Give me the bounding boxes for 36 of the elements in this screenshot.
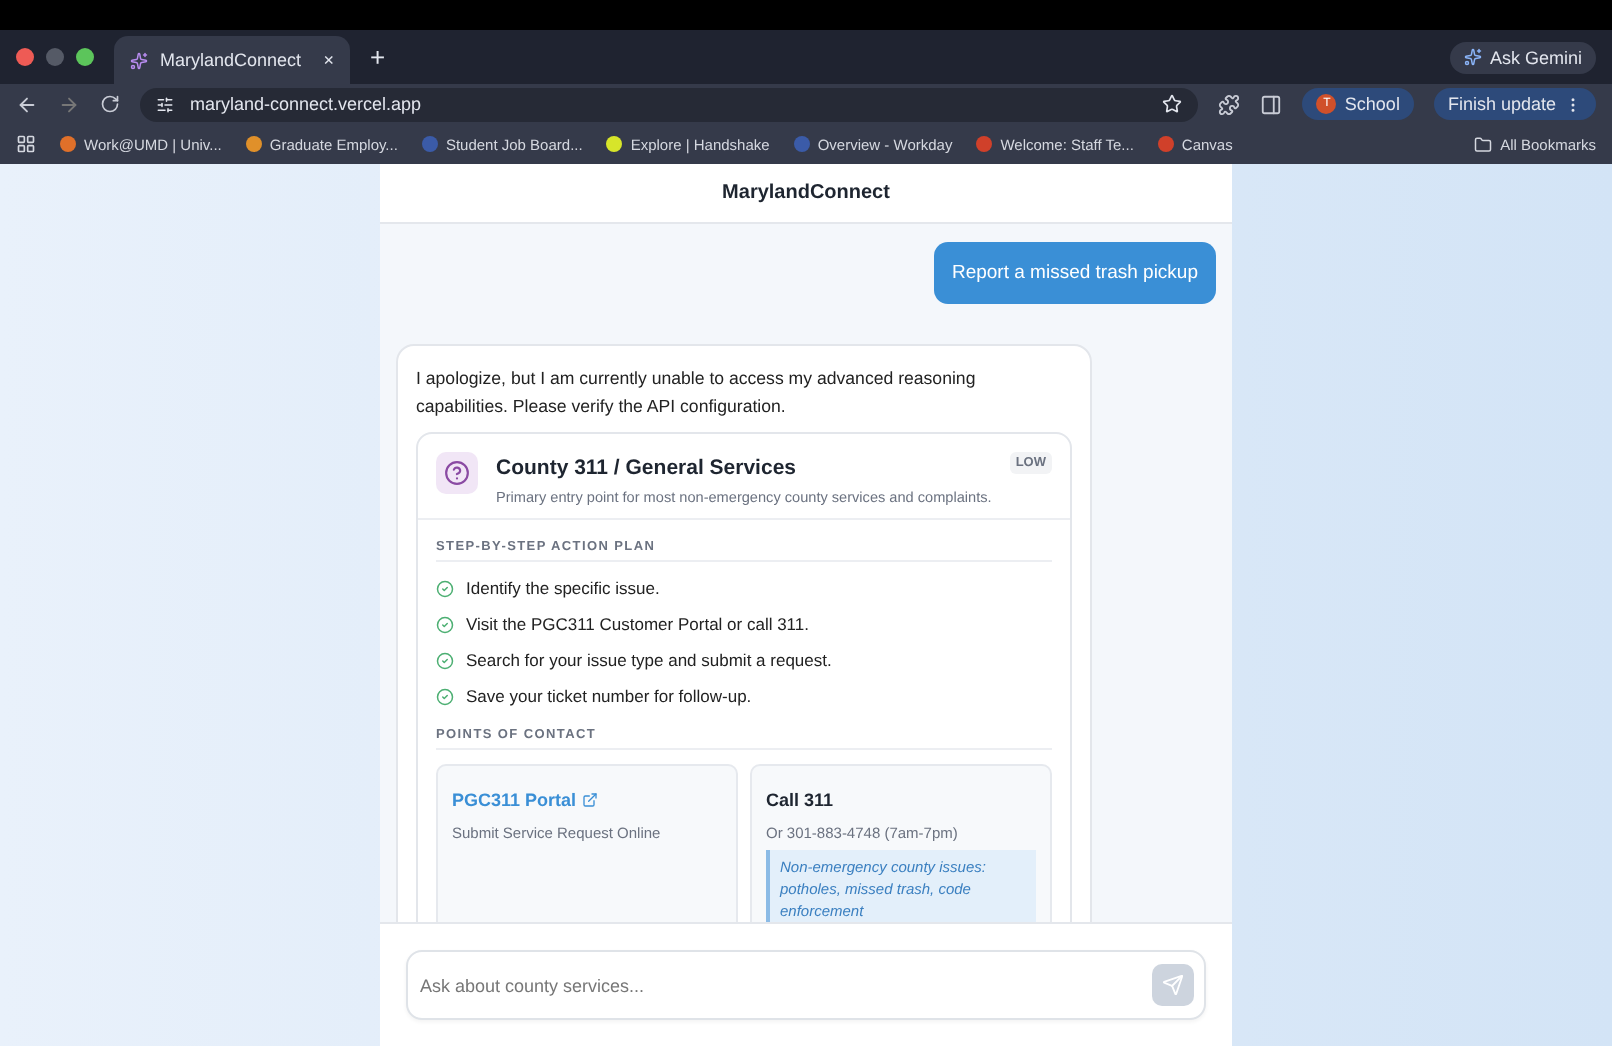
- check-icon: [436, 687, 454, 705]
- app-title: MarylandConnect: [380, 164, 1232, 224]
- step-text: Identify the specific issue.: [466, 576, 660, 600]
- send-icon: [1162, 974, 1184, 996]
- step-text: Visit the PGC311 Customer Portal or call 311.: [466, 612, 809, 636]
- side-panel-icon[interactable]: [1260, 93, 1283, 115]
- check-icon: [436, 615, 454, 633]
- address-bar[interactable]: maryland-connect.vercel.app: [140, 87, 1199, 121]
- new-tab-button[interactable]: +: [370, 42, 386, 72]
- forward-icon[interactable]: [58, 93, 80, 115]
- external-link-icon: [582, 792, 599, 808]
- user-message: Report a missed trash pickup: [933, 242, 1216, 304]
- service-title: County 311 / General Services: [496, 456, 798, 480]
- folder-icon: [1474, 135, 1493, 153]
- tab-favicon-icon: [130, 51, 148, 69]
- step-text: Save your ticket number for follow-up.: [466, 684, 752, 708]
- tab-close[interactable]: ×: [323, 50, 334, 70]
- finish-update-button[interactable]: Finish update: [1433, 88, 1596, 120]
- assistant-text: I apologize, but I am currently unable to access my advanced reasoning capabilities. Please verify the API configuration.: [416, 366, 978, 420]
- apps-icon[interactable]: [16, 134, 36, 154]
- back-icon[interactable]: [16, 93, 38, 115]
- contact-heading: Call 311: [766, 790, 834, 810]
- site-settings-icon[interactable]: [156, 95, 174, 113]
- maximize-window-button[interactable]: [76, 48, 94, 66]
- chat-input-field[interactable]: Ask about county services...: [406, 950, 1206, 1020]
- close-window-button[interactable]: [16, 48, 34, 66]
- check-icon: [436, 651, 454, 669]
- extensions-icon[interactable]: [1218, 93, 1241, 115]
- help-icon: [436, 452, 478, 494]
- reload-icon[interactable]: [100, 94, 120, 114]
- sparkle-icon: [1463, 48, 1482, 66]
- browser-tab[interactable]: MarylandConnect ×: [114, 36, 350, 84]
- check-icon: [436, 579, 454, 597]
- step-text: Search for your issue type and submit a request.: [466, 648, 832, 672]
- ask-gemini-button[interactable]: Ask Gemini: [1449, 41, 1596, 73]
- bookmark-star-icon[interactable]: [1162, 94, 1183, 114]
